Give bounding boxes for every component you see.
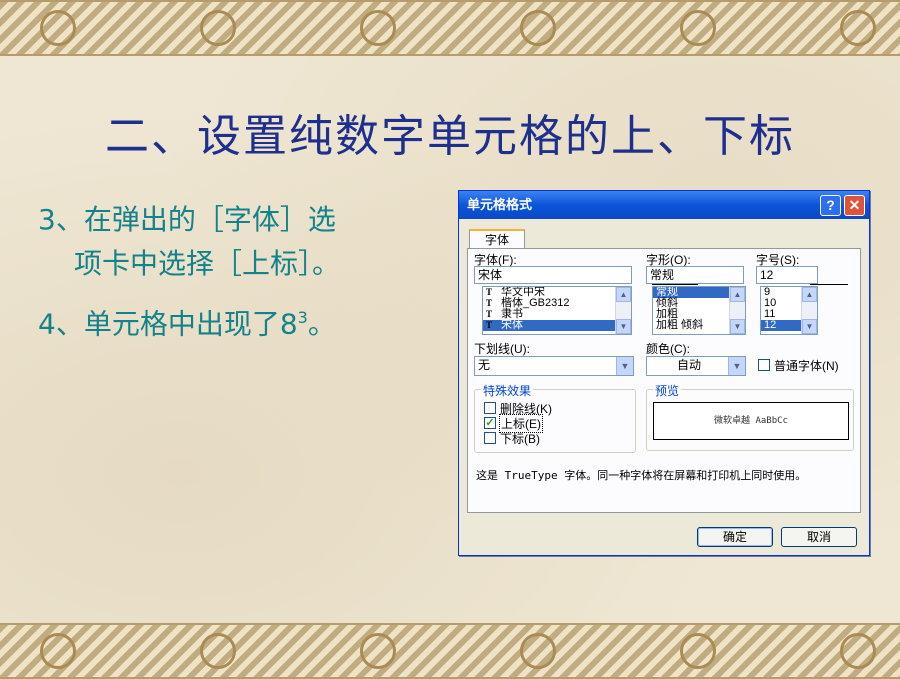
bullet-line: 4、单元格中出现了8: [38, 307, 298, 341]
knot-ornament: [360, 633, 396, 669]
color-value: 自动: [676, 358, 701, 372]
bullet-list: 3、在弹出的［字体］选 项卡中选择［上标］。 4、单元格中出现了83。: [38, 198, 418, 356]
slide-title: 二、设置纯数字单元格的上、下标: [105, 111, 795, 162]
bullet-item: 4、单元格中出现了83。: [38, 296, 418, 346]
scroll-down-icon[interactable]: ▼: [616, 319, 631, 334]
knot-ornament: [360, 10, 396, 46]
font-tab-panel: 字体(F): 宋体 T 华文中宋 T 楷体_GB2312 T 隶书 T 宋体 ▲ ▼ 字…: [467, 248, 861, 513]
truetype-icon: T: [486, 298, 493, 308]
bullet-line: 项卡中选择［上标］。: [74, 247, 341, 280]
top-decorative-border: [0, 0, 900, 56]
knot-ornament: [840, 633, 876, 669]
knot-ornament: [840, 10, 876, 46]
bullet-item: 3、在弹出的［字体］选 项卡中选择［上标］。: [38, 198, 418, 286]
style-input[interactable]: 常规: [646, 266, 744, 284]
superscript-value: 3: [297, 308, 308, 327]
dialog-title: 单元格格式: [467, 197, 533, 212]
size-list[interactable]: 9 10 11 12 ▲ ▼: [760, 286, 818, 335]
knot-ornament: [680, 633, 716, 669]
effects-title: 特殊效果: [481, 382, 534, 399]
subscript-label: 下标(B): [500, 432, 540, 446]
truetype-icon: T: [486, 309, 493, 319]
underline-select[interactable]: 无 ▼: [474, 356, 634, 376]
scroll-up-icon[interactable]: ▲: [802, 287, 817, 302]
subscript-checkbox[interactable]: [484, 432, 496, 444]
help-button[interactable]: ?: [820, 195, 841, 216]
scroll-up-icon[interactable]: ▲: [616, 287, 631, 302]
scroll-up-icon[interactable]: ▲: [730, 287, 745, 302]
knot-ornament: [520, 10, 556, 46]
bullet-line: 3、在弹出的［字体］选: [38, 203, 336, 236]
preview-box: 微软卓越 AaBbCc: [653, 402, 849, 440]
size-list-scrollbar[interactable]: ▲ ▼: [801, 287, 817, 334]
underline-label: 下划线(U):: [474, 342, 530, 356]
preview-group: 预览 微软卓越 AaBbCc: [646, 382, 854, 451]
preview-baseline-right: [810, 284, 848, 285]
normal-font-label: 普通字体(N): [774, 359, 839, 373]
truetype-icon: T: [486, 320, 493, 330]
cancel-button[interactable]: 取消: [781, 527, 857, 547]
font-input[interactable]: 宋体: [474, 266, 632, 284]
bottom-decorative-border: [0, 623, 900, 679]
scroll-down-icon[interactable]: ▼: [802, 319, 817, 334]
size-input[interactable]: 12: [756, 266, 818, 284]
ok-button[interactable]: 确定: [697, 527, 773, 547]
superscript-checkbox[interactable]: ✓: [484, 417, 496, 429]
knot-ornament: [40, 10, 76, 46]
color-label: 颜色(C):: [646, 342, 690, 356]
font-list-scrollbar[interactable]: ▲ ▼: [615, 287, 631, 334]
preview-sample-text: 微软卓越 AaBbCc: [714, 416, 788, 426]
dialog-titlebar[interactable]: 单元格格式 ? ✕: [459, 191, 869, 219]
chevron-down-icon[interactable]: ▼: [616, 357, 633, 375]
truetype-info-text: 这是 TrueType 字体。同一种字体将在屏幕和打印机上同时使用。: [476, 469, 807, 482]
normal-font-checkbox[interactable]: [758, 359, 770, 371]
underline-value: 无: [478, 358, 491, 372]
knot-ornament: [40, 633, 76, 669]
knot-ornament: [200, 633, 236, 669]
effects-group: 特殊效果 删除线(K) ✓ 上标(E) 下标(B): [474, 382, 636, 453]
strikethrough-checkbox[interactable]: [484, 402, 496, 414]
chevron-down-icon[interactable]: ▼: [728, 357, 745, 375]
knot-ornament: [200, 10, 236, 46]
font-list-item-selected[interactable]: T 宋体: [483, 320, 631, 331]
scroll-down-icon[interactable]: ▼: [730, 319, 745, 334]
close-button[interactable]: ✕: [844, 195, 865, 216]
knot-ornament: [680, 10, 716, 46]
knot-ornament: [520, 633, 556, 669]
truetype-icon: T: [486, 287, 493, 297]
bullet-end: 。: [307, 307, 336, 341]
style-list-scrollbar[interactable]: ▲ ▼: [729, 287, 745, 334]
style-list[interactable]: 常规 倾斜 加粗 加粗 倾斜 ▲ ▼: [652, 286, 746, 335]
format-cells-dialog: 单元格格式 ? ✕ 字体 字体(F): 宋体 T 华文中宋 T 楷体_GB2312 …: [458, 190, 870, 556]
tab-font[interactable]: 字体: [469, 229, 525, 249]
preview-title: 预览: [653, 382, 682, 399]
font-list[interactable]: T 华文中宋 T 楷体_GB2312 T 隶书 T 宋体 ▲ ▼: [482, 286, 632, 335]
preview-baseline-left: [652, 284, 698, 285]
color-select[interactable]: 自动 ▼: [646, 356, 746, 376]
